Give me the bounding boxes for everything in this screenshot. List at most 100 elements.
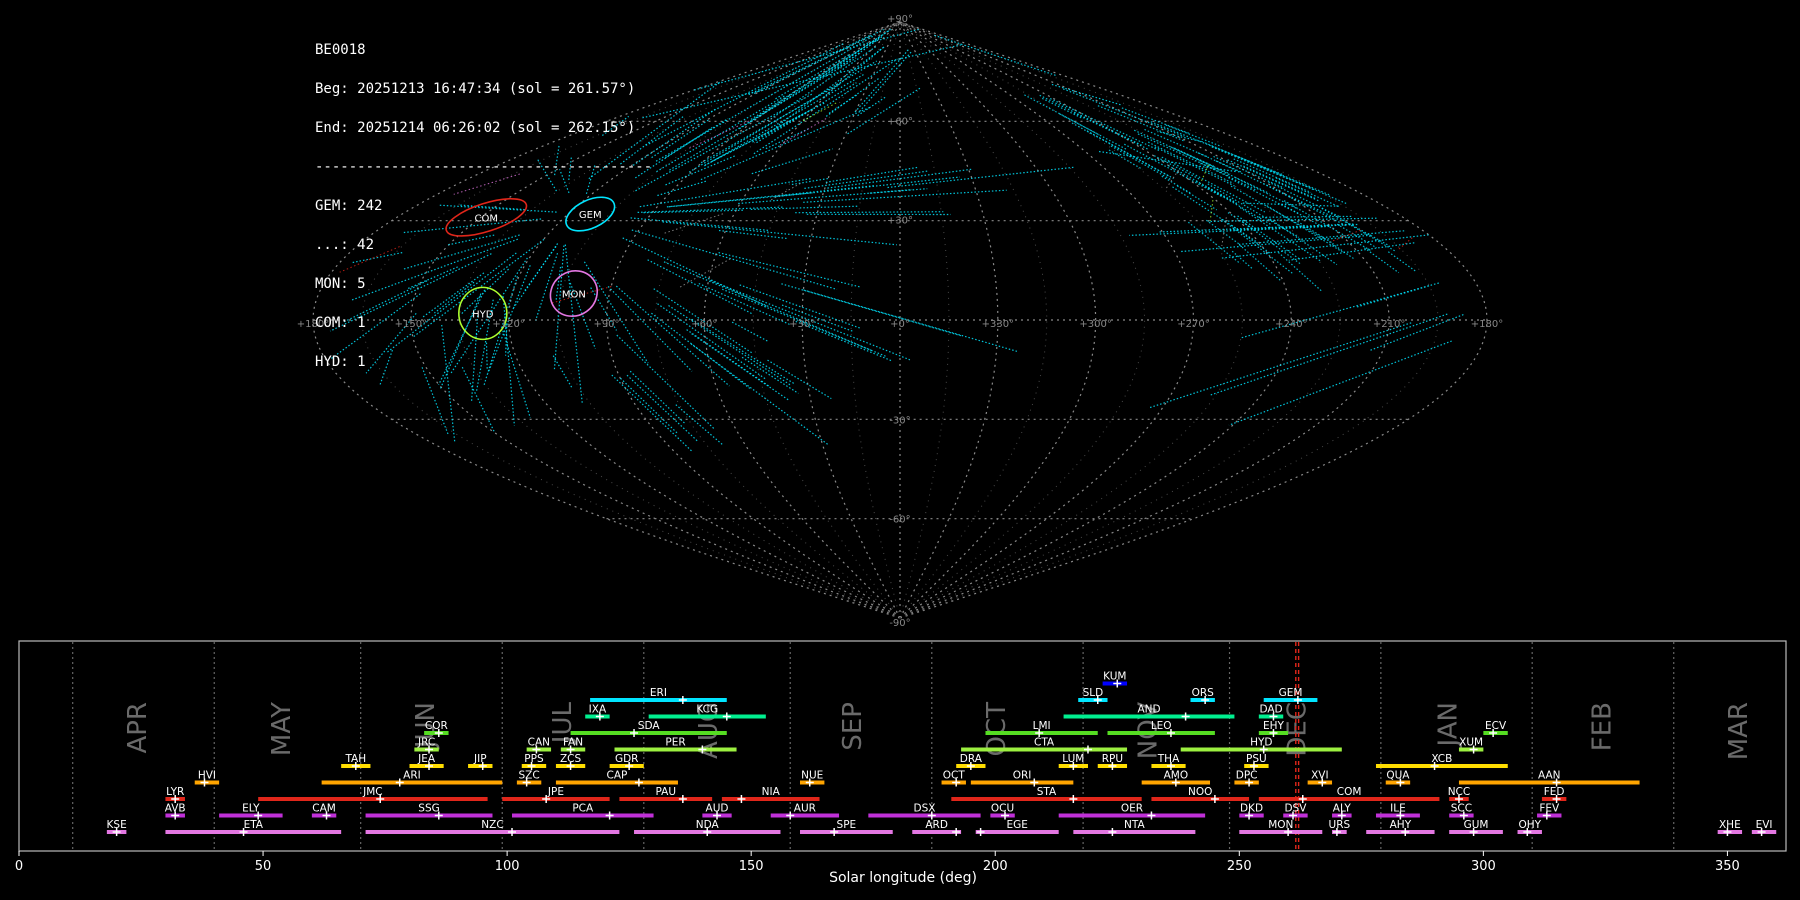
meteor-trail bbox=[1154, 146, 1236, 188]
x-tick-label: 300 bbox=[1471, 859, 1496, 874]
shower-label: XCB bbox=[1431, 753, 1452, 765]
shower-label: ARI bbox=[403, 770, 421, 782]
shower-label: DRA bbox=[960, 753, 983, 765]
meteor-trail bbox=[718, 252, 860, 288]
info-line-count-5: HYD: 1 bbox=[315, 354, 366, 370]
x-tick-label: 150 bbox=[739, 859, 764, 874]
shower-xum: XUM bbox=[1458, 737, 1484, 754]
shower-timeline-chart: APR MAY JUN JUL AUG SEP OCT NOV DEC JAN FEB MAR KUM… bbox=[15, 640, 1787, 886]
shower-zcs: ZCS bbox=[555, 753, 586, 770]
shower-label: JIP bbox=[473, 753, 487, 765]
radiant-sky-map: COM GEMMONHYD +180° +150° +120° +90° +60° +30°… bbox=[297, 14, 1503, 629]
observation-info-panel: BE0018 Beg: 20251213 16:47:34 (sol = 261… bbox=[315, 18, 652, 382]
meteor-trail bbox=[739, 52, 862, 130]
meteor-trail bbox=[1149, 322, 1412, 409]
shower-ocu: OCU bbox=[990, 803, 1015, 820]
meteor-trail bbox=[752, 111, 809, 143]
x-tick-label: 50 bbox=[255, 859, 272, 874]
shower-cor: COR bbox=[424, 720, 449, 737]
shower-label: XUM bbox=[1459, 737, 1483, 749]
shower-label: CTA bbox=[1034, 737, 1055, 749]
shower-kum: KUM bbox=[1102, 671, 1128, 688]
shower-label: SLD bbox=[1083, 687, 1104, 699]
meteor-trail bbox=[748, 34, 872, 96]
shower-label: STA bbox=[1037, 786, 1057, 798]
shower-dra: DRA bbox=[956, 753, 986, 770]
longitude-tick-label: +210° bbox=[1373, 319, 1405, 330]
info-line-count-2: ...: 42 bbox=[315, 237, 375, 253]
meteor-trail bbox=[1230, 185, 1325, 240]
meteor-trail bbox=[665, 155, 736, 186]
shower-xhe: XHE bbox=[1717, 819, 1743, 836]
longitude-tick-label: +60° bbox=[691, 319, 717, 330]
longitude-tick-label: +270° bbox=[1177, 319, 1209, 330]
meteor-trail bbox=[662, 213, 724, 235]
x-tick-label: 100 bbox=[495, 859, 520, 874]
meteor-trail bbox=[1049, 97, 1160, 152]
meteor-trail bbox=[718, 229, 788, 240]
meteor-trail bbox=[1098, 150, 1236, 173]
shower-label: XVI bbox=[1311, 770, 1328, 782]
meteor-trail bbox=[678, 258, 731, 289]
shower-label: NTA bbox=[1124, 819, 1145, 831]
shower-label: LYR bbox=[166, 786, 184, 798]
shower-label: ORS bbox=[1192, 687, 1215, 699]
shower-label: COM bbox=[1337, 786, 1362, 798]
shower-label: AAN bbox=[1538, 770, 1561, 782]
meteor-trail bbox=[1161, 156, 1266, 213]
meteor-trail bbox=[1073, 112, 1149, 150]
meteor-trail bbox=[1168, 165, 1237, 204]
meteor-trail bbox=[791, 177, 830, 186]
longitude-tick-label: +330° bbox=[982, 319, 1014, 330]
meteor-trail bbox=[767, 359, 832, 400]
latitude-tick-label: -90° bbox=[889, 618, 910, 629]
shower-label: ERI bbox=[650, 687, 667, 699]
shower-label: AHY bbox=[1390, 819, 1412, 831]
latitude-tick-label: -60° bbox=[889, 515, 910, 526]
shower-label: KSE bbox=[107, 819, 127, 831]
x-tick-label: 350 bbox=[1715, 859, 1740, 874]
shower-label: KCG bbox=[696, 704, 718, 716]
month-label: MAR bbox=[1724, 702, 1754, 760]
meteor-trail bbox=[1051, 83, 1121, 106]
shower-label: NOO bbox=[1188, 786, 1212, 798]
shower-avb: AVB bbox=[165, 803, 186, 820]
meteor-trail bbox=[1129, 225, 1330, 236]
meteor-trail bbox=[657, 303, 767, 381]
shower-label: PAU bbox=[655, 786, 676, 798]
meteor-trail bbox=[1321, 207, 1389, 246]
meteor-trail bbox=[651, 118, 711, 159]
meteor-trail bbox=[690, 343, 829, 446]
shower-label: ORI bbox=[1013, 770, 1032, 782]
shower-rpu: RPU bbox=[1097, 753, 1128, 770]
meteor-trail bbox=[751, 148, 833, 175]
shower-label: EVI bbox=[1756, 819, 1773, 831]
shower-label: THA bbox=[1157, 753, 1180, 765]
shower-label: PER bbox=[665, 737, 685, 749]
meteor-trail bbox=[1281, 203, 1324, 228]
shower-fed: FED bbox=[1541, 786, 1567, 803]
shower-label: CAP bbox=[607, 770, 628, 782]
shower-label: COR bbox=[425, 720, 448, 732]
shower-label: LMI bbox=[1033, 720, 1051, 732]
shower-label: DAD bbox=[1259, 704, 1282, 716]
meteor-trail bbox=[1238, 230, 1405, 245]
shower-label: JRC bbox=[417, 737, 435, 749]
shower-label: AMO bbox=[1164, 770, 1189, 782]
meteor-trail bbox=[700, 106, 871, 181]
shower-label: GDR bbox=[615, 753, 639, 765]
x-tick-label: 250 bbox=[1227, 859, 1252, 874]
meteor-trail bbox=[1243, 165, 1317, 200]
shower-label: GEM bbox=[1279, 687, 1303, 699]
shower-label: JEA bbox=[417, 753, 436, 765]
shower-label: CAN bbox=[528, 737, 550, 749]
shower-label: DSX bbox=[913, 803, 935, 815]
meteor-trail bbox=[1039, 94, 1143, 146]
shower-fan: FAN bbox=[560, 737, 586, 754]
x-tick-label: 0 bbox=[15, 859, 23, 874]
meteor-trail bbox=[887, 166, 1074, 189]
shower-psu: PSU bbox=[1244, 753, 1269, 770]
shower-label: NIA bbox=[762, 786, 781, 798]
shower-lum: LUM bbox=[1058, 753, 1088, 770]
shower-label: PSU bbox=[1246, 753, 1267, 765]
